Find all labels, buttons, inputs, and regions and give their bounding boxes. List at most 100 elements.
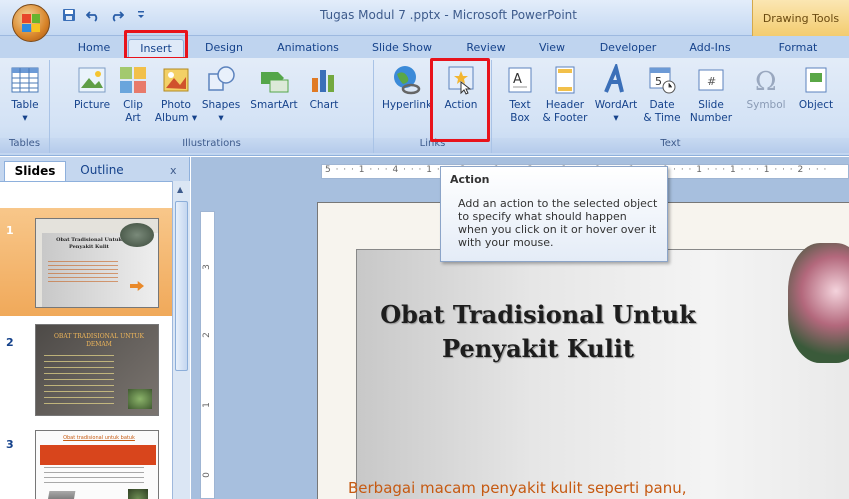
svg-text:A: A — [513, 72, 522, 87]
dropdown-arrow-icon: ▾ — [22, 112, 28, 124]
slide-thumbnail-1[interactable]: Obat Tradisional Untuk Penyakit Kulit — [35, 218, 159, 308]
omega-symbol-icon: Ω — [750, 64, 782, 97]
tab-design[interactable]: Design — [196, 39, 252, 58]
slide-thumbnail-1-title: Obat Tradisional Untuk Penyakit Kulit — [56, 237, 122, 250]
flower-image — [788, 243, 849, 363]
tab-review[interactable]: Review — [458, 39, 514, 58]
slides-panel: Slides Outline x 1 Obat Tradisional Untu… — [0, 157, 190, 499]
clip-art-button[interactable]: Clip Art — [116, 64, 150, 125]
table-icon — [9, 64, 41, 96]
tooltip-title: Action — [450, 173, 490, 186]
office-logo-icon — [22, 14, 40, 32]
header-footer-button[interactable]: Header & Footer — [540, 64, 590, 125]
photo-album-label-2: Album ▾ — [154, 112, 198, 124]
smartart-button[interactable]: SmartArt — [246, 64, 302, 112]
slide-number-icon: # — [695, 64, 727, 96]
tab-add-ins[interactable]: Add-Ins — [682, 39, 738, 58]
slides-panel-scrollbar[interactable]: ▲ — [172, 181, 190, 499]
quick-access-toolbar — [60, 6, 150, 24]
slide-title[interactable]: Obat Tradisional Untuk Penyakit Kulit — [318, 298, 758, 366]
vertical-ruler: 3 2 1 0 — [200, 211, 215, 499]
hyperlink-label: Hyperlink — [381, 99, 433, 111]
scrollbar-thumb[interactable] — [175, 201, 188, 371]
photo-album-label-1: Photo — [161, 99, 191, 111]
shapes-label: Shapes — [201, 99, 241, 111]
dropdown-arrow-icon: ▾ — [613, 112, 619, 124]
ruler-mark-3: 3 — [201, 264, 212, 270]
hyperlink-icon — [391, 64, 423, 96]
tab-slide-show[interactable]: Slide Show — [364, 39, 440, 58]
picture-button[interactable]: Picture — [72, 64, 112, 112]
tab-format[interactable]: Format — [770, 39, 826, 58]
date-time-label-1: Date — [649, 99, 675, 111]
group-text: A Text Box Header & Footer WordArt ▾ 5 D… — [492, 60, 849, 153]
slide-number-2: 2 — [6, 336, 14, 349]
symbol-label: Symbol — [746, 99, 786, 111]
shapes-button[interactable]: Shapes ▾ — [198, 64, 244, 125]
tab-animations[interactable]: Animations — [268, 39, 348, 58]
object-label: Object — [798, 99, 834, 111]
group-label-tables: Tables — [0, 138, 49, 153]
table-button[interactable]: Table ▾ — [4, 64, 46, 125]
action-tooltip: Action Add an action to the selected obj… — [440, 166, 668, 262]
tab-outline[interactable]: Outline — [72, 161, 132, 181]
text-box-icon: A — [504, 64, 536, 96]
scroll-up-icon[interactable]: ▲ — [177, 185, 183, 194]
symbol-button[interactable]: Ω Symbol — [744, 64, 788, 112]
smartart-label: SmartArt — [250, 99, 298, 111]
chart-button[interactable]: Chart — [304, 64, 344, 112]
customize-qat-icon[interactable] — [132, 6, 150, 24]
picture-label: Picture — [73, 99, 111, 111]
ribbon: Table ▾ Tables Picture Clip Art Photo Al… — [0, 58, 849, 156]
photo-album-icon — [160, 64, 192, 96]
group-label-illustrations: Illustrations — [50, 138, 373, 153]
wordart-label: WordArt — [594, 99, 638, 111]
slide-subtitle[interactable]: Berbagai macam penyakit kulit seperti pa… — [348, 479, 687, 497]
slide-number-button[interactable]: # Slide Number — [688, 64, 734, 125]
redo-icon[interactable] — [108, 6, 126, 24]
date-time-button[interactable]: 5 Date & Time — [642, 64, 682, 125]
date-time-icon: 5 — [646, 64, 678, 96]
date-time-label-2: & Time — [643, 112, 681, 124]
tab-developer[interactable]: Developer — [590, 39, 666, 58]
slide-thumbnail-2[interactable]: OBAT TRADISIONAL UNTUK DEMAM — [35, 324, 159, 416]
ruler-mark-0: 0 — [201, 472, 212, 478]
clip-art-icon — [117, 64, 149, 96]
svg-text:Ω: Ω — [755, 67, 777, 96]
picture-icon — [76, 64, 108, 96]
photo-album-button[interactable]: Photo Album ▾ — [154, 64, 198, 125]
svg-text:5: 5 — [655, 75, 662, 88]
group-tables: Table ▾ Tables — [0, 60, 50, 153]
slide-number-label-1: Slide — [698, 99, 724, 111]
clip-art-label-2: Art — [125, 112, 141, 124]
slide-thumbnail-3-title: Obat tradisional untuk batuk — [63, 435, 135, 441]
close-panel-icon[interactable]: x — [170, 164, 177, 177]
wordart-button[interactable]: WordArt ▾ — [592, 61, 640, 125]
header-footer-icon — [549, 64, 581, 96]
tooltip-body: Add an action to the selected object to … — [458, 197, 658, 249]
tab-slides[interactable]: Slides — [4, 161, 66, 181]
undo-icon[interactable] — [84, 6, 102, 24]
office-button[interactable] — [12, 4, 50, 42]
tab-home[interactable]: Home — [70, 39, 118, 58]
text-box-label-1: Text — [509, 99, 531, 111]
tab-view[interactable]: View — [532, 39, 572, 58]
text-box-button[interactable]: A Text Box — [502, 64, 538, 125]
header-footer-label-1: Header — [545, 99, 585, 111]
slide-thumbnail-3[interactable]: Obat tradisional untuk batuk — [35, 430, 159, 499]
chart-label: Chart — [309, 99, 339, 111]
slide-background-panel — [356, 249, 849, 499]
smartart-icon — [258, 64, 290, 96]
ruler-mark-1: 1 — [201, 402, 212, 408]
wordart-icon — [600, 61, 632, 96]
hyperlink-button[interactable]: Hyperlink — [378, 64, 436, 112]
save-icon[interactable] — [60, 6, 78, 24]
text-box-label-2: Box — [510, 112, 530, 124]
slide-thumbnail-list: 1 Obat Tradisional Untuk Penyakit Kulit … — [0, 181, 172, 499]
svg-text:#: # — [707, 75, 716, 88]
slide-number-label-2: Number — [689, 112, 733, 124]
slide-number-3: 3 — [6, 438, 14, 451]
action-button-highlight — [430, 58, 490, 142]
insert-tab-highlight — [124, 30, 188, 60]
object-button[interactable]: Object — [794, 64, 838, 112]
